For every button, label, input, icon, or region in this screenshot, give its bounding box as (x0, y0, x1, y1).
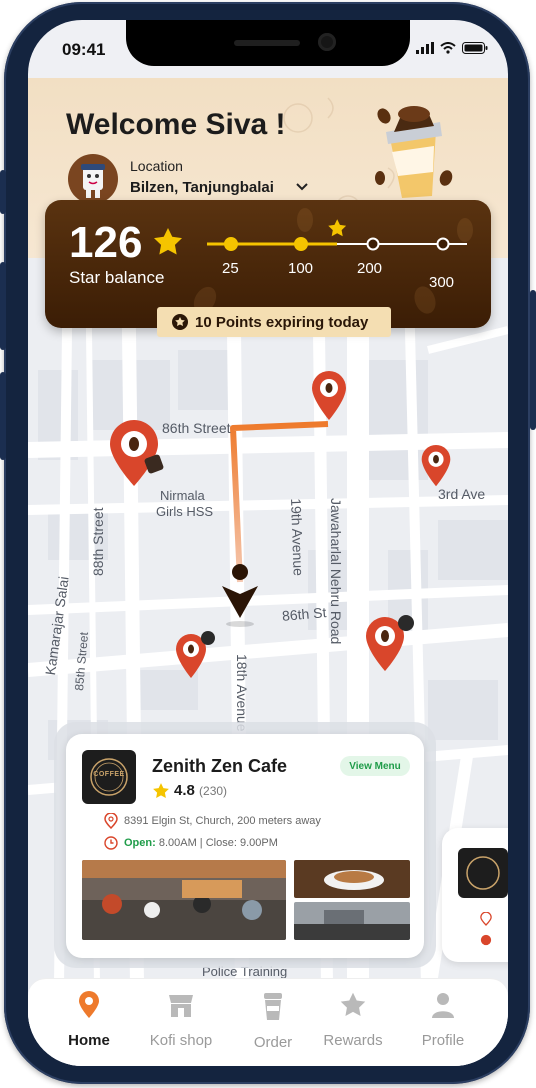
app-screen: 86th Street 86th St 88th Street 85th Str… (28, 20, 508, 1066)
progress-star-icon (328, 219, 347, 237)
cafe-name: Zenith Zen Cafe (152, 756, 288, 776)
user-location-marker (222, 564, 258, 627)
cafe-card-next[interactable] (442, 828, 508, 962)
cafe-card[interactable]: COFFEE Zenith Zen Cafe View Menu 4.8 (23… (66, 734, 424, 958)
rating-value: 4.8 (174, 782, 195, 799)
nav-home[interactable]: Home (44, 991, 134, 1049)
nav-kofi-shop-label: Kofi shop (149, 1032, 213, 1049)
milestone-reached (294, 237, 308, 251)
signal-icon (416, 42, 434, 54)
hours-text: 8.00AM | Close: 9.00PM (158, 837, 278, 849)
milestone-reached (224, 237, 238, 251)
street-label: 19th Avenue (288, 498, 307, 577)
bottom-navigation: Home Kofi shop Order Rewards Profile (28, 978, 508, 1066)
place-label: Girls HSS (156, 504, 214, 519)
star-icon (340, 992, 366, 1016)
milestone-pending (366, 237, 380, 251)
nav-profile[interactable]: Profile (398, 991, 488, 1049)
coffee-shop-pin[interactable] (108, 420, 164, 488)
cafe-logo: COFFEE (82, 750, 136, 804)
battery-icon (462, 42, 488, 54)
location-label: Location (130, 158, 183, 174)
cafe-logo (458, 848, 508, 898)
rating-count: (230) (199, 784, 228, 798)
view-menu-button[interactable]: View Menu (340, 756, 410, 776)
cafe-address: 8391 Elgin St, Church, 200 meters away (124, 815, 321, 827)
nav-rewards[interactable]: Rewards (308, 991, 398, 1049)
cafe-rating: 4.8 (230) (174, 782, 227, 799)
wifi-icon (440, 42, 456, 54)
clock-icon (480, 934, 492, 946)
place-label: Nirmala (160, 488, 205, 503)
milestone-label: 100 (288, 260, 314, 277)
expiring-points-banner[interactable]: 10 Points expiring today (157, 307, 391, 337)
star-icon (153, 783, 169, 799)
shop-icon (169, 995, 193, 1017)
coffee-cup-illustration (375, 106, 453, 198)
chevron-down-icon[interactable] (296, 182, 308, 192)
map-pin-icon (79, 991, 99, 1018)
milestone-pending (436, 237, 450, 251)
map-pin-icon (104, 813, 118, 829)
cafe-interior-photo[interactable] (82, 860, 286, 940)
street-label: 3rd Ave (438, 486, 486, 502)
nav-profile-label: Profile (421, 1032, 465, 1049)
nav-kofi-shop[interactable]: Kofi shop (136, 991, 226, 1049)
cup-icon (264, 993, 282, 1020)
nav-home-label: Home (68, 1032, 110, 1049)
map-pin-icon (480, 912, 492, 926)
discount-coffee-pin[interactable] (364, 614, 416, 674)
volume-down-button (0, 372, 6, 460)
silent-switch (0, 170, 6, 214)
cafe-logo-text: COFFEE (93, 771, 125, 778)
coffee-shop-pin[interactable] (310, 370, 348, 422)
coffee-shop-pin[interactable] (420, 444, 452, 488)
welcome-title: Welcome Siva ! (66, 108, 286, 141)
cafe-hours: Open: 8.00AM | Close: 9.00PM (124, 837, 278, 849)
notch (126, 20, 410, 66)
mascot-avatar (68, 154, 118, 204)
nav-order-label: Order (253, 1034, 293, 1051)
status-time: 09:41 (62, 40, 106, 59)
street-label: 18th Avenue (234, 654, 250, 732)
clock-icon (104, 836, 118, 850)
star-circle-icon (172, 314, 188, 330)
nav-rewards-label: Rewards (323, 1032, 383, 1049)
milestone-label: 200 (357, 260, 383, 277)
milestone-label: 300 (429, 274, 455, 291)
discount-coffee-pin[interactable] (174, 630, 218, 680)
status-bar: 09:41 (28, 20, 508, 78)
nav-order[interactable]: Order (228, 991, 318, 1051)
street-label: 88th Street (90, 507, 106, 577)
person-icon (432, 993, 454, 1018)
street-label: 86th Street (162, 420, 231, 436)
expiring-points-text: 10 Points expiring today (195, 313, 369, 331)
open-label: Open: (124, 837, 156, 849)
volume-up-button (0, 262, 6, 350)
power-button (530, 290, 536, 430)
street-label: Jawaharlal Nehru Road (328, 498, 344, 645)
coffee-cup-photo[interactable] (294, 860, 410, 898)
location-selector[interactable]: Bilzen, Tanjungbalai (130, 179, 274, 196)
barista-photo[interactable] (294, 902, 410, 940)
milestone-label: 25 (222, 260, 239, 277)
